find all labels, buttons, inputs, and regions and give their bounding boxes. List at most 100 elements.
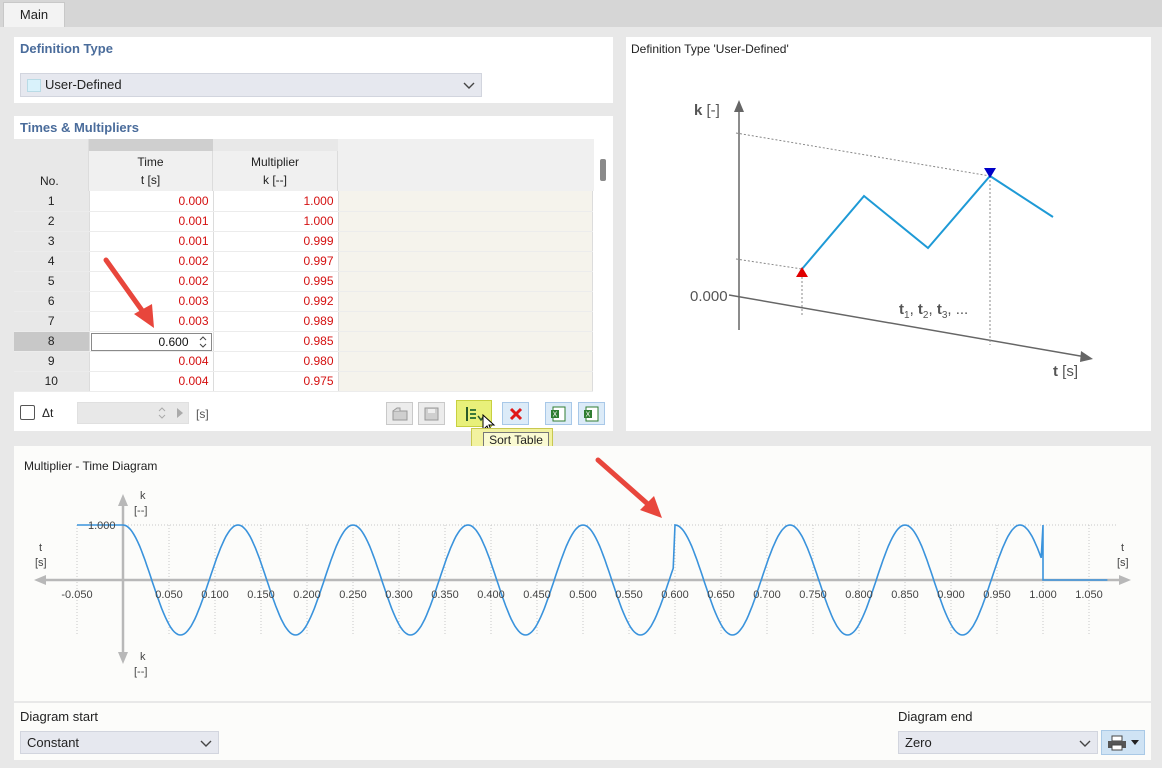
x-tick-label: 0.350 [431,589,459,601]
svg-text:X: X [552,410,557,418]
x-tick-label: 0.850 [891,589,919,601]
preview-t-series: t1, t2, t3, ... [899,301,968,321]
preview-t-axis-label: t [s] [1053,363,1078,380]
print-button[interactable] [1101,730,1145,755]
row-no: 2 [14,211,90,232]
delta-t-checkbox[interactable] [20,405,35,420]
x-tick-label: 0.150 [247,589,275,601]
excel-export-button[interactable]: X [578,402,605,425]
time-cell[interactable]: 0.004 [89,351,214,372]
x-tick-label: 0.200 [293,589,321,601]
time-cell[interactable]: 0.001 [89,211,214,232]
time-cell-editing[interactable]: 0.600 [89,331,214,353]
header-time: Time t [s] [89,151,213,191]
multiplier-cell[interactable]: 0.997 [213,251,339,272]
x-tick-label: 1.000 [1029,589,1057,601]
table-row-active[interactable]: 8 0.600 0.985 [14,331,593,353]
preview-k-axis-label: k [-] [694,102,720,119]
export-button[interactable] [418,402,445,425]
delta-t-unit: [s] [196,407,209,421]
table-row[interactable]: 10 0.004 0.975 [14,371,593,392]
diagram-end-label: Diagram end [898,709,973,724]
x-tick-label: 0.600 [661,589,689,601]
multiplier-cell[interactable]: 0.989 [213,311,339,332]
time-cell[interactable]: 0.001 [89,231,214,252]
multiplier-cell[interactable]: 0.980 [213,351,339,372]
definition-type-select[interactable]: User-Defined [20,73,482,97]
tab-bar [0,0,1162,27]
multiplier-cell[interactable]: 0.995 [213,271,339,292]
header-mult: Multiplier k [--] [213,151,338,191]
excel-import-button[interactable]: X [545,402,572,425]
empty-cell [338,271,593,292]
delta-t-input[interactable] [77,402,189,424]
multiplier-cell[interactable]: 0.975 [213,371,339,392]
k-unit: [-] [706,102,720,119]
multiplier-cell[interactable]: 1.000 [213,191,339,212]
definition-type-value: User-Defined [45,77,122,92]
import-button[interactable] [386,402,413,425]
spin-arrows-icon[interactable] [158,406,166,423]
diagram-start-select[interactable]: Constant [20,731,219,754]
svg-text:X: X [585,410,590,418]
row-no: 7 [14,311,90,332]
header-mult-unit: k [--] [263,173,287,187]
diagram-k-bottom: k [140,651,146,663]
save-icon [424,407,438,420]
comma-3: , [947,301,956,318]
row-no: 9 [14,351,90,372]
x-tick-label: 0.750 [799,589,827,601]
chevron-down-icon [1079,732,1091,762]
diagram-t-right-unit: [s] [1117,557,1129,569]
comma-1: , [909,301,918,318]
table-row[interactable]: 2 0.001 1.000 [14,211,593,232]
x-tick-label: 0.050 [155,589,183,601]
scrollbar-thumb[interactable] [600,159,606,181]
table-scrollbar[interactable] [594,139,613,393]
x-tick-label: -0.050 [61,589,92,601]
diagram-k-top-unit: [--] [134,505,148,517]
multiplier-cell[interactable]: 0.985 [213,331,339,352]
comma-2: , [928,301,937,318]
t-axis-symbol: t [1053,363,1058,380]
delete-button[interactable] [502,402,529,425]
multiplier-cell[interactable]: 0.999 [213,231,339,252]
row-no: 8 [14,331,90,352]
folder-icon [392,407,407,420]
multiplier-cell[interactable]: 0.992 [213,291,339,312]
arrow-right-icon[interactable] [176,407,184,422]
empty-cell [338,251,593,272]
table-row[interactable]: 9 0.004 0.980 [14,351,593,372]
dropdown-arrow-icon [1131,739,1139,745]
header-mult-top [213,139,338,151]
diagram-k-top: k [140,490,146,502]
x-tick-label: 0.550 [615,589,643,601]
x-tick-label: 0.800 [845,589,873,601]
row-no: 3 [14,231,90,252]
diagram-k-bottom-unit: [--] [134,666,148,678]
table-row[interactable]: 1 0.000 1.000 [14,191,593,212]
close-icon [509,407,522,420]
spin-arrows-icon[interactable] [199,335,207,353]
time-cell[interactable]: 0.000 [89,191,214,212]
x-tick-label: 0.700 [753,589,781,601]
ellipsis: ... [955,301,969,318]
empty-cell [338,191,593,212]
tab-main[interactable]: Main [3,2,65,27]
delta-t-label: Δt [42,406,54,420]
times-multipliers-title: Times & Multipliers [20,120,139,135]
empty-cell [338,231,593,252]
header-no: No. [14,139,89,191]
x-tick-label: 1.050 [1075,589,1103,601]
x-tick-label: 0.100 [201,589,229,601]
multiplier-cell[interactable]: 1.000 [213,211,339,232]
empty-cell [338,371,593,392]
printer-icon [1108,735,1126,750]
row-no: 5 [14,271,90,292]
x-tick-label: 0.250 [339,589,367,601]
color-swatch-icon [27,79,41,92]
time-cell[interactable]: 0.004 [89,371,214,392]
time-spin-input[interactable]: 0.600 [90,332,212,353]
table-row[interactable]: 3 0.001 0.999 [14,231,593,252]
diagram-end-select[interactable]: Zero [898,731,1098,754]
